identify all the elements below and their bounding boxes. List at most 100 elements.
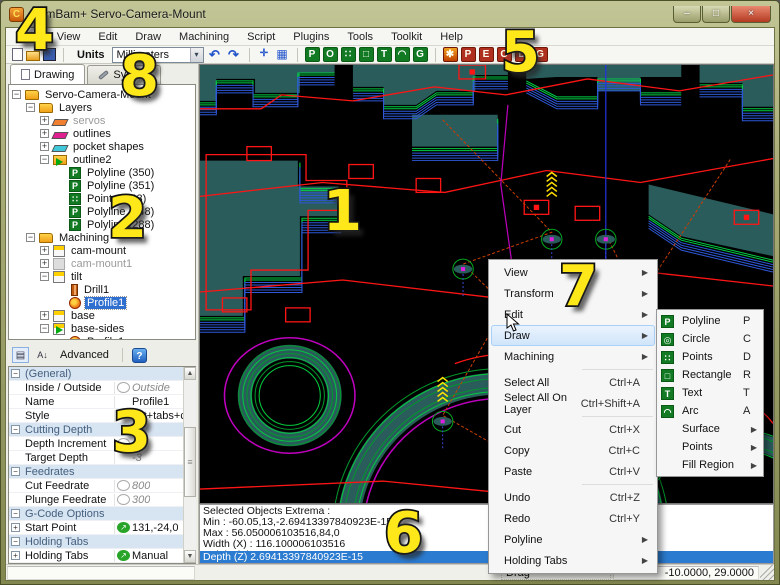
scroll-down-arrow[interactable]: ▼ (184, 550, 196, 563)
property-row[interactable]: Name Profile1 (9, 395, 195, 409)
scroll-up-arrow[interactable]: ▲ (184, 367, 196, 380)
chevron-down-icon[interactable]: ▾ (190, 48, 203, 62)
tree-item-label[interactable]: outline2 (71, 154, 114, 166)
property-expander[interactable]: − (11, 509, 20, 518)
tree-item[interactable]: + base (9, 309, 195, 322)
context-menu-item[interactable]: Holding Tabs ▶ (491, 550, 655, 571)
property-row[interactable]: Style cut+tabs+corners (9, 409, 195, 423)
tree-item-label[interactable]: Profile1 (85, 336, 126, 341)
context-menu-item[interactable]: Paste Ctrl+V (491, 461, 655, 482)
property-expander[interactable] (11, 439, 20, 448)
tree-item[interactable]: Polyline (348) (9, 205, 195, 218)
toolbar-draw-icon[interactable] (377, 47, 392, 62)
menu-item[interactable]: Tools (338, 29, 382, 45)
tree-item[interactable]: + pocket shapes (9, 140, 195, 153)
tree-expander[interactable]: + (40, 129, 49, 138)
tree-expander[interactable]: − (12, 90, 21, 99)
tree-item-label[interactable]: outlines (71, 128, 113, 140)
tree-item-label[interactable]: servos (71, 115, 107, 127)
toolbar-draw-icon[interactable] (305, 47, 320, 62)
property-row[interactable]: − Cutting Depth (9, 423, 195, 437)
submenu-item[interactable]: Rectangle R (659, 366, 761, 384)
close-button[interactable]: × (731, 6, 771, 23)
toolbar-view-icon[interactable] (257, 47, 272, 62)
output-selected-line[interactable]: Depth (Z) 2.69413397840923E-15 (200, 551, 773, 563)
tree-item-label[interactable]: pocket shapes (71, 141, 146, 153)
property-expander[interactable]: + (11, 551, 20, 560)
tree-item-label[interactable]: Layers (57, 102, 94, 114)
toolbar-draw-icon[interactable] (395, 47, 410, 62)
tree-item[interactable]: + cam-mount1 (9, 257, 195, 270)
context-menu-item[interactable]: Polyline ▶ (491, 529, 655, 550)
tree-item[interactable]: + cam-mount (9, 244, 195, 257)
submenu-item[interactable]: Polyline P (659, 312, 761, 330)
tree-item[interactable]: Polyline (350) (9, 166, 195, 179)
minimize-button[interactable]: – (673, 6, 701, 23)
property-row[interactable]: − Holding Tabs (9, 535, 195, 549)
property-row[interactable]: Cut Feedrate 800 (9, 479, 195, 493)
tree-item[interactable]: − tilt (9, 270, 195, 283)
context-menu-item[interactable]: Select All On Layer Ctrl+Shift+A (491, 393, 655, 414)
menu-item[interactable]: Machining (170, 29, 238, 45)
context-menu-item[interactable]: Undo Ctrl+Z (491, 487, 655, 508)
property-row[interactable]: + Start Point 131,-24,0 (9, 521, 195, 535)
context-menu-item[interactable]: Select All Ctrl+A (491, 372, 655, 393)
advanced-button[interactable]: Advanced (56, 349, 113, 361)
property-row[interactable]: Depth Increment (9, 437, 195, 451)
toolbar-draw-icon[interactable] (413, 47, 428, 62)
property-row[interactable]: + Holding Tabs Manual (9, 549, 195, 563)
tree-item[interactable]: Points (343) (9, 192, 195, 205)
tree-item[interactable]: − Machining (9, 231, 195, 244)
property-expander[interactable] (11, 495, 20, 504)
submenu-item[interactable]: Circle C (659, 330, 761, 348)
tree-item-label[interactable]: Profile1 (85, 297, 126, 309)
property-row[interactable]: Plunge Feedrate 300 (9, 493, 195, 507)
property-expander[interactable] (11, 481, 20, 490)
property-expander[interactable] (11, 397, 20, 406)
property-value[interactable]: 800 (132, 480, 150, 492)
tree-item[interactable]: Polyline (351) (9, 179, 195, 192)
property-value[interactable]: Outside (132, 382, 170, 394)
tree-item[interactable]: + servos (9, 114, 195, 127)
tree-expander[interactable]: + (40, 259, 49, 268)
scrollbar-thumb[interactable] (184, 427, 196, 497)
tree-item[interactable]: Profile1 (9, 335, 195, 340)
tree-item[interactable]: Drill1 (9, 283, 195, 296)
tree-item[interactable]: − Servo-Camera-Mount (9, 88, 195, 101)
tree-expander[interactable]: − (40, 272, 49, 281)
submenu-item[interactable]: Arc A (659, 402, 761, 420)
property-expander[interactable]: − (11, 467, 20, 476)
tree-item-label[interactable]: Polyline (350) (85, 167, 156, 179)
context-menu-item[interactable]: Copy Ctrl+C (491, 440, 655, 461)
help-icon[interactable]: ? (132, 348, 147, 363)
tree-item[interactable]: − outline2 (9, 153, 195, 166)
tree-item[interactable]: Polyline (288) (9, 218, 195, 231)
property-row[interactable]: − (General) (9, 367, 195, 381)
property-row[interactable]: − G-Code Options (9, 507, 195, 521)
property-expander[interactable] (11, 453, 20, 462)
toolbar-op-icon[interactable] (443, 47, 458, 62)
menu-item[interactable]: Draw (126, 29, 170, 45)
toolbar-view-icon[interactable] (275, 47, 290, 62)
tree-item-label[interactable]: tilt (69, 271, 84, 283)
context-menu-item[interactable]: Cut Ctrl+X (491, 419, 655, 440)
toolbar-draw-icon[interactable] (323, 47, 338, 62)
tree-expander[interactable]: + (40, 116, 49, 125)
tree-item[interactable]: + outlines (9, 127, 195, 140)
tree-item-label[interactable]: base (69, 310, 97, 322)
submenu-item[interactable]: Points D (659, 348, 761, 366)
tab-drawing[interactable]: Drawing (10, 64, 85, 84)
menu-item[interactable]: Edit (89, 29, 126, 45)
context-menu-item[interactable]: Redo Ctrl+Y (491, 508, 655, 529)
tree-expander[interactable]: − (26, 103, 35, 112)
toolbar-draw-icon[interactable] (341, 47, 356, 62)
tree-expander[interactable]: + (40, 311, 49, 320)
sort-az-icon[interactable] (34, 347, 51, 363)
tree-expander[interactable]: − (40, 155, 49, 164)
menu-item[interactable]: Script (238, 29, 284, 45)
tree-item[interactable]: − Layers (9, 101, 195, 114)
tree-expander[interactable]: − (26, 233, 35, 242)
property-value[interactable]: 131,-24,0 (132, 522, 178, 534)
toolbar-op-icon[interactable] (479, 47, 494, 62)
tree-item-label[interactable]: cam-mount1 (69, 258, 134, 270)
